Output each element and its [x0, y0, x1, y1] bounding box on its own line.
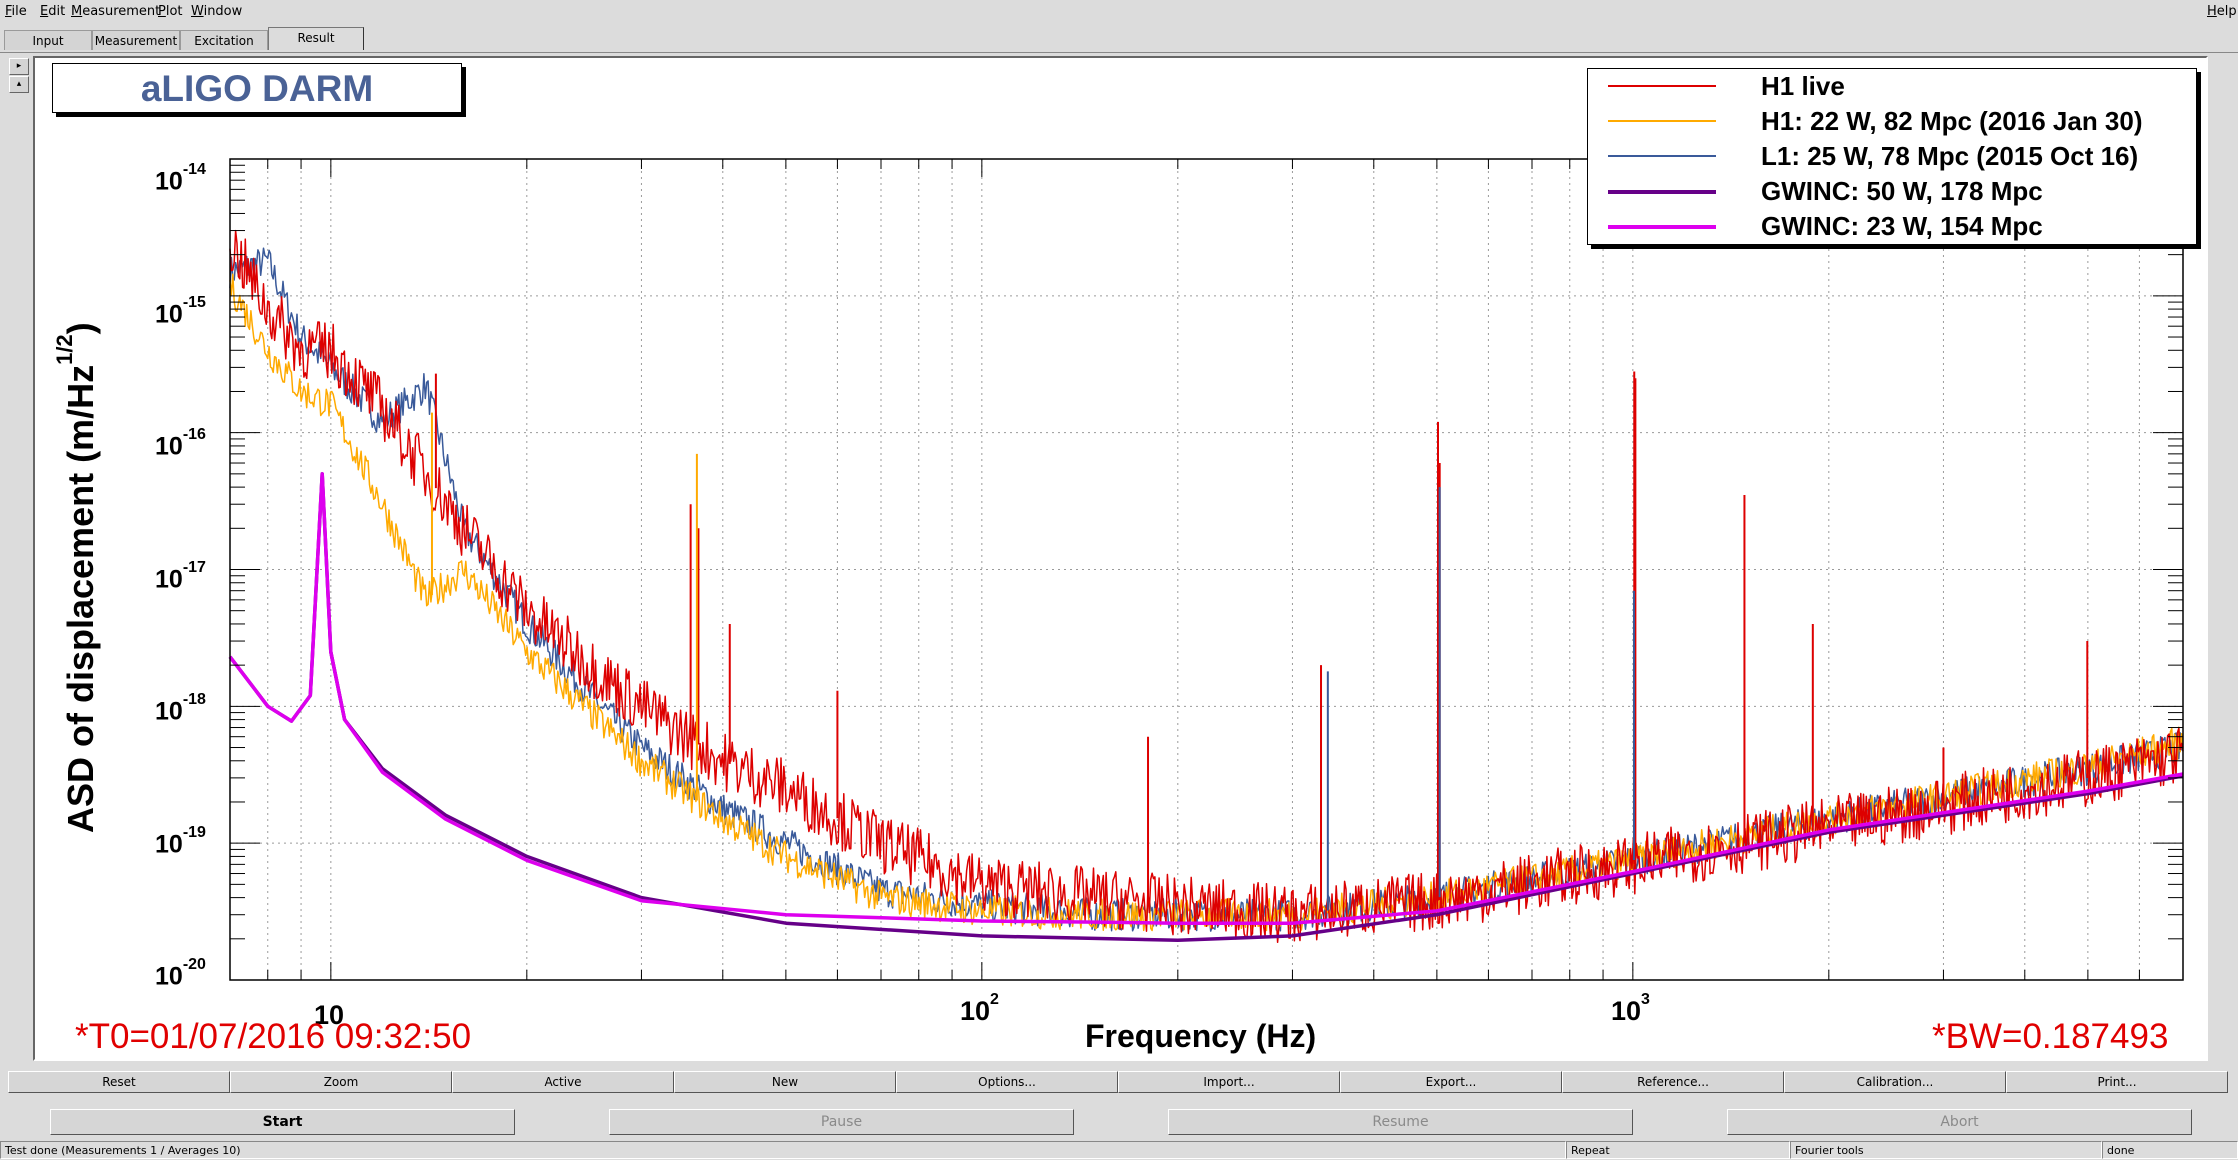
status-message: Test done (Measurements 1 / Averages 10)	[0, 1141, 1566, 1159]
legend-entry-l1-ref: L1: 25 W, 78 Mpc (2015 Oct 16)	[1608, 139, 2188, 173]
y-tick-label: 10-20	[155, 956, 206, 991]
new-button[interactable]: New	[674, 1071, 896, 1093]
y-tick-label: 10-16	[155, 426, 206, 461]
legend-entry-h1-live: H1 live	[1608, 69, 2188, 103]
legend[interactable]: H1 live H1: 22 W, 82 Mpc (2016 Jan 30) L…	[1587, 68, 2197, 245]
tab-result[interactable]: Result	[268, 27, 364, 50]
legend-entry-gwinc-50w: GWINC: 50 W, 178 Mpc	[1608, 174, 2188, 208]
menu-measurement[interactable]: Measurement	[71, 4, 160, 19]
tab-divider	[0, 52, 2238, 53]
collapse-arrow-icon[interactable]: ▴	[9, 76, 29, 93]
plot-series	[228, 229, 2184, 944]
legend-label: GWINC: 23 W, 154 Mpc	[1761, 211, 2043, 241]
options-button[interactable]: Options...	[896, 1071, 1118, 1093]
legend-swatch	[1608, 190, 1716, 194]
tab-bar: Input Measurement Excitation Result	[0, 27, 2238, 53]
legend-entry-gwinc-23w: GWINC: 23 W, 154 Mpc	[1608, 209, 2188, 243]
print-button[interactable]: Print...	[2006, 1071, 2228, 1093]
x-tick-label: 102	[960, 991, 999, 1026]
active-button[interactable]: Active	[452, 1071, 674, 1093]
import-button[interactable]: Import...	[1118, 1071, 1340, 1093]
expand-arrow-icon[interactable]: ▸	[9, 58, 29, 75]
tab-excitation[interactable]: Excitation	[180, 30, 268, 50]
legend-label: GWINC: 50 W, 178 Mpc	[1761, 176, 2043, 206]
calibration-button[interactable]: Calibration...	[1784, 1071, 2006, 1093]
menu-edit[interactable]: Edit	[40, 4, 65, 19]
series-line	[228, 472, 2184, 943]
x-axis-label: Frequency (Hz)	[1085, 1018, 1317, 1054]
menu-bar: File Edit Measurement Plot Window Help	[0, 0, 2238, 24]
bandwidth-readout: *BW=0.187493	[1932, 1017, 2169, 1056]
menu-window[interactable]: Window	[191, 4, 242, 19]
status-tools: Fourier tools	[1790, 1141, 2102, 1159]
zoom-button[interactable]: Zoom	[230, 1071, 452, 1093]
tab-measurement[interactable]: Measurement	[92, 30, 180, 50]
menu-plot[interactable]: Plot	[158, 4, 183, 19]
tab-input[interactable]: Input	[4, 30, 92, 50]
x-tick-label: 103	[1611, 991, 1650, 1026]
resume-button[interactable]: Resume	[1168, 1109, 1633, 1135]
series-line	[229, 229, 2184, 944]
legend-label: L1: 25 W, 78 Mpc (2015 Oct 16)	[1761, 141, 2139, 171]
start-button[interactable]: Start	[50, 1109, 515, 1135]
legend-label: H1: 22 W, 82 Mpc (2016 Jan 30)	[1761, 106, 2143, 136]
legend-swatch	[1608, 155, 1716, 157]
export-button[interactable]: Export...	[1340, 1071, 1562, 1093]
series-line	[229, 247, 2184, 932]
y-tick-label: 10-14	[155, 161, 206, 196]
legend-swatch	[1608, 225, 1716, 229]
y-tick-label: 10-17	[155, 559, 206, 594]
legend-entry-h1-ref: H1: 22 W, 82 Mpc (2016 Jan 30)	[1608, 104, 2188, 138]
plot-title: aLIGO DARM	[52, 63, 462, 113]
reference-button[interactable]: Reference...	[1562, 1071, 1784, 1093]
t0-timestamp: *T0=01/07/2016 09:32:50	[75, 1017, 472, 1056]
legend-label: H1 live	[1761, 71, 1845, 101]
status-state: done	[2102, 1141, 2238, 1159]
pause-button[interactable]: Pause	[609, 1109, 1074, 1135]
y-tick-label: 10-15	[155, 294, 206, 329]
y-tick-label: 10-18	[155, 691, 206, 726]
legend-swatch	[1608, 120, 1716, 122]
y-axis-label: ASD of displacement (m/Hz1/2)	[52, 322, 101, 833]
reset-button[interactable]: Reset	[8, 1071, 230, 1093]
menu-file[interactable]: File	[5, 4, 27, 19]
abort-button[interactable]: Abort	[1727, 1109, 2192, 1135]
status-repeat: Repeat	[1566, 1141, 1790, 1159]
legend-swatch	[1608, 85, 1716, 87]
y-tick-label: 10-19	[155, 824, 206, 859]
menu-help[interactable]: Help	[2207, 4, 2237, 19]
